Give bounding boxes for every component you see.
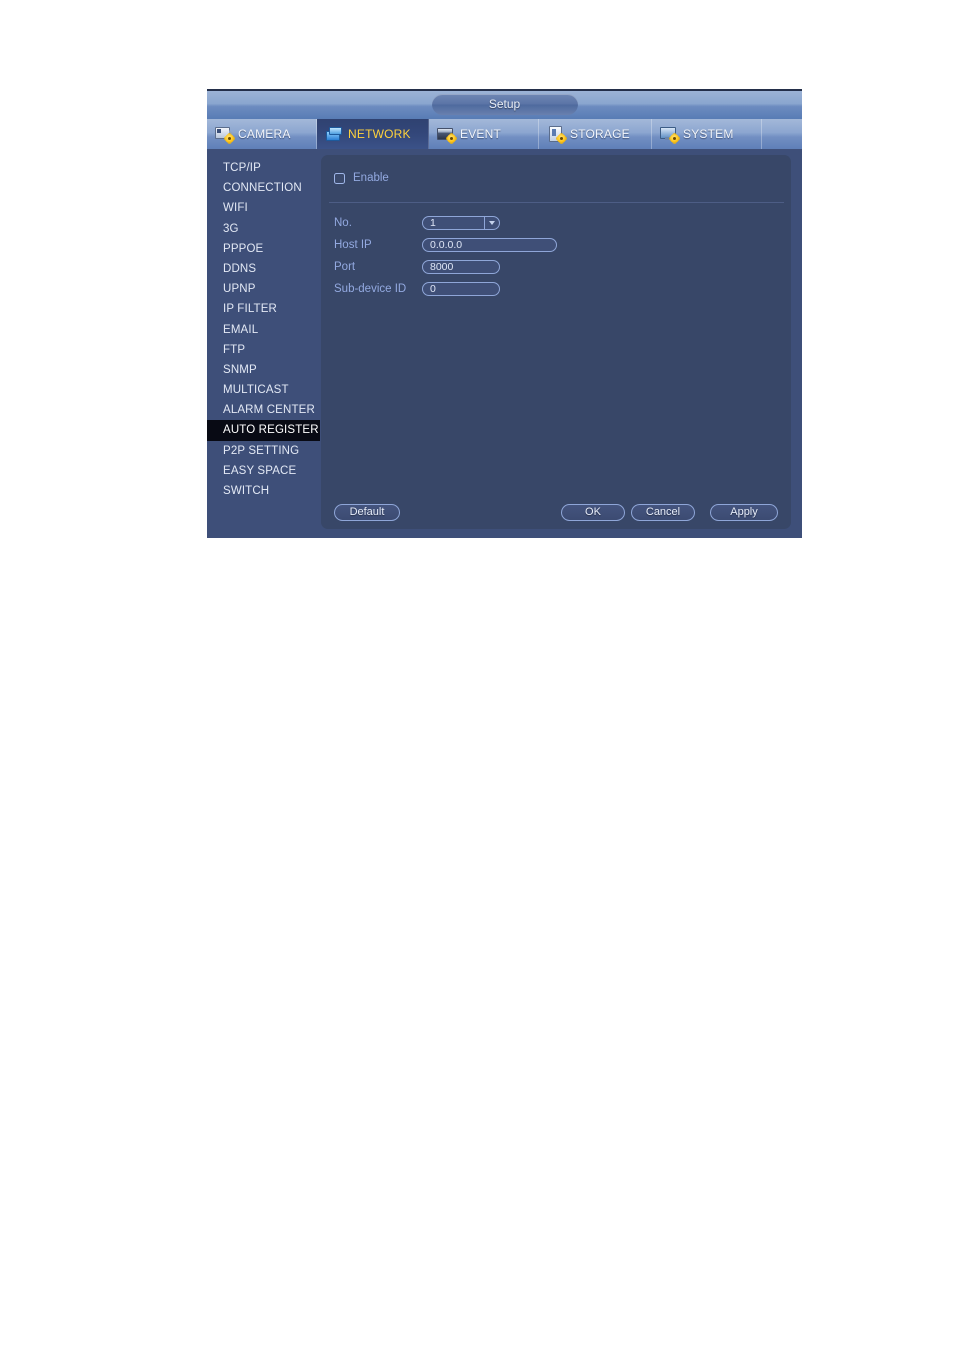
sidebar-item-easy-space[interactable]: EASY SPACE xyxy=(207,461,320,481)
sidebar-item-p2p-setting[interactable]: P2P SETTING xyxy=(207,441,320,461)
sidebar-item-upnp[interactable]: UPNP xyxy=(207,279,320,299)
sidebar-item-snmp[interactable]: SNMP xyxy=(207,360,320,380)
sidebar-item-ddns[interactable]: DDNS xyxy=(207,259,320,279)
field-row-sub-device-id: Sub-device ID 0 xyxy=(334,279,557,299)
enable-row: Enable xyxy=(334,172,389,184)
auto-register-form: No. 1 Host IP 0.0.0.0 Port 8000 Sub-devi… xyxy=(334,213,557,301)
ok-button[interactable]: OK xyxy=(561,504,625,521)
sub-device-id-input[interactable]: 0 xyxy=(422,282,500,296)
sidebar-item-alarm-center[interactable]: ALARM CENTER xyxy=(207,400,320,420)
sidebar-item-3g[interactable]: 3G xyxy=(207,219,320,239)
tab-network[interactable]: NETWORK xyxy=(317,119,429,149)
host-ip-label: Host IP xyxy=(334,239,372,251)
field-row-no: No. 1 xyxy=(334,213,557,233)
sidebar-item-ftp[interactable]: FTP xyxy=(207,340,320,360)
field-row-port: Port 8000 xyxy=(334,257,557,277)
sidebar-item-tcpip[interactable]: TCP/IP xyxy=(207,158,320,178)
panel-button-bar: Default OK Cancel Apply xyxy=(321,504,791,521)
enable-checkbox[interactable] xyxy=(334,172,345,184)
network-gear-icon xyxy=(325,126,343,142)
window-titlebar: Setup xyxy=(207,89,802,119)
field-row-host-ip: Host IP 0.0.0.0 xyxy=(334,235,557,255)
storage-gear-icon xyxy=(547,126,566,143)
tab-event-label: EVENT xyxy=(460,127,502,141)
sidebar-item-connection[interactable]: CONNECTION xyxy=(207,178,320,198)
camera-gear-icon xyxy=(215,126,234,143)
default-button[interactable]: Default xyxy=(334,504,400,521)
chevron-down-icon[interactable] xyxy=(484,216,499,230)
sidebar-item-multicast[interactable]: MULTICAST xyxy=(207,380,320,400)
sidebar-item-auto-register[interactable]: AUTO REGISTER xyxy=(207,420,320,441)
tab-network-label: NETWORK xyxy=(348,127,411,141)
port-input[interactable]: 8000 xyxy=(422,260,500,274)
main-tab-bar: CAMERA NETWORK EVENT STORAGE SYSTEM xyxy=(207,119,802,149)
sidebar-item-email[interactable]: EMAIL xyxy=(207,320,320,340)
tab-camera-label: CAMERA xyxy=(238,127,291,141)
tab-system-label: SYSTEM xyxy=(683,127,734,141)
port-label: Port xyxy=(334,261,356,273)
event-gear-icon xyxy=(437,126,456,143)
sidebar-item-pppoe[interactable]: PPPOE xyxy=(207,239,320,259)
sidebar-item-wifi[interactable]: WIFI xyxy=(207,198,320,218)
setup-window: Setup CAMERA NETWORK EVENT STORAGE SYSTE… xyxy=(207,89,802,538)
window-body: TCP/IP CONNECTION WIFI 3G PPPOE DDNS UPN… xyxy=(207,149,802,538)
apply-button[interactable]: Apply xyxy=(710,504,778,521)
window-title: Setup xyxy=(431,94,578,115)
section-divider xyxy=(329,202,784,203)
no-label: No. xyxy=(334,217,352,229)
no-select[interactable]: 1 xyxy=(422,216,500,230)
tab-storage[interactable]: STORAGE xyxy=(539,119,652,149)
sidebar-item-switch[interactable]: SWITCH xyxy=(207,481,320,501)
auto-register-panel: Enable No. 1 Host IP 0.0.0.0 Port 8000 S xyxy=(321,155,791,529)
tab-system[interactable]: SYSTEM xyxy=(652,119,762,149)
system-gear-icon xyxy=(660,126,679,143)
sub-device-id-label: Sub-device ID xyxy=(334,283,407,295)
tab-camera[interactable]: CAMERA xyxy=(207,119,317,149)
host-ip-input[interactable]: 0.0.0.0 xyxy=(422,238,557,252)
tab-event[interactable]: EVENT xyxy=(429,119,539,149)
tab-storage-label: STORAGE xyxy=(570,127,630,141)
enable-label: Enable xyxy=(353,172,389,184)
sidebar-item-ip-filter[interactable]: IP FILTER xyxy=(207,299,320,319)
network-sidebar: TCP/IP CONNECTION WIFI 3G PPPOE DDNS UPN… xyxy=(207,149,320,538)
cancel-button[interactable]: Cancel xyxy=(631,504,695,521)
